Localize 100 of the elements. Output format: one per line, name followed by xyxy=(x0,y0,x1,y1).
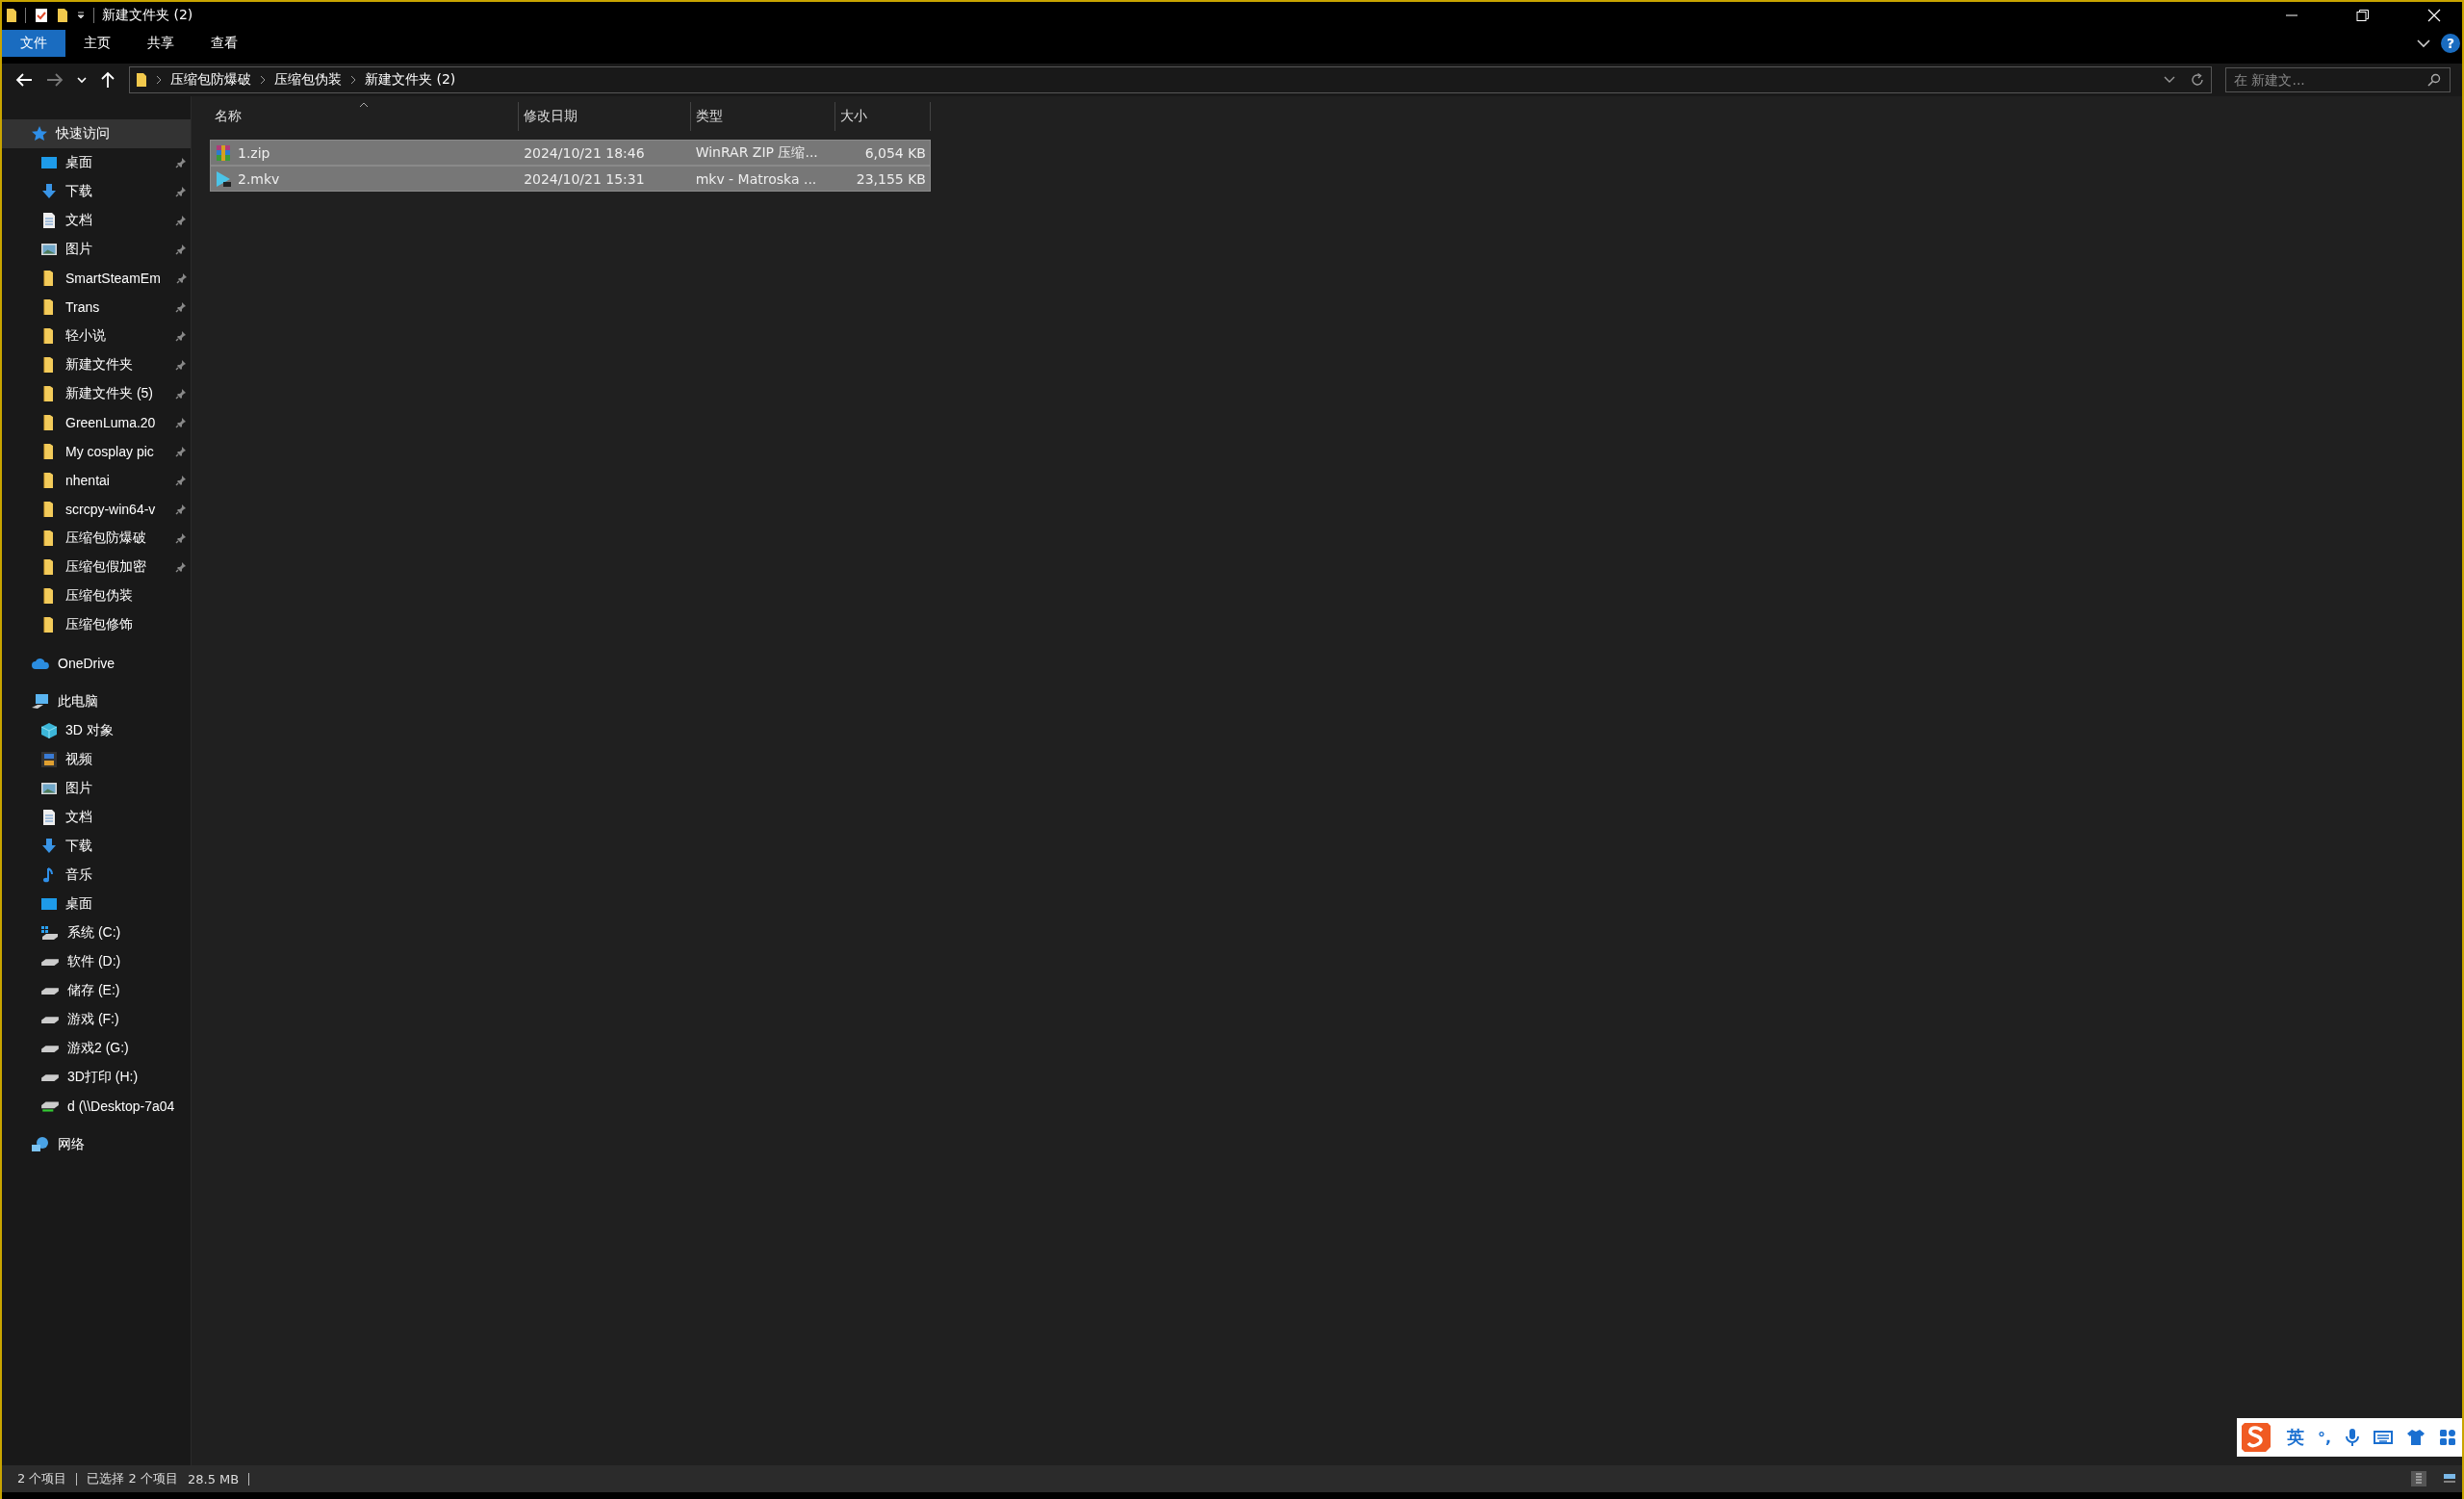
sidebar-label: 网络 xyxy=(58,1136,85,1153)
details-view-icon[interactable] xyxy=(2410,1470,2427,1487)
close-icon[interactable] xyxy=(2427,9,2441,22)
sidebar-item[interactable]: nhentai xyxy=(2,466,191,495)
sidebar-item[interactable]: 压缩包防爆破 xyxy=(2,524,191,553)
search-icon[interactable] xyxy=(2427,73,2441,87)
pin-icon[interactable] xyxy=(175,417,187,428)
sidebar-label: 视频 xyxy=(65,751,92,768)
sidebar-item[interactable]: 文档 xyxy=(2,803,191,832)
cube-icon xyxy=(40,722,58,739)
keyboard-icon[interactable] xyxy=(2374,1430,2393,1445)
ribbon-tab[interactable]: 查看 xyxy=(192,30,256,57)
sidebar-item[interactable]: 储存 (E:) xyxy=(2,976,191,1005)
sidebar-item[interactable]: 软件 (D:) xyxy=(2,947,191,976)
ribbon-tab[interactable]: 主页 xyxy=(65,30,129,57)
sidebar-item[interactable]: 快速访问 xyxy=(2,119,191,148)
cloud-icon xyxy=(31,657,50,670)
chevron-down-icon[interactable] xyxy=(2416,39,2431,48)
sidebar-item[interactable]: 3D 对象 xyxy=(2,716,191,745)
document-icon xyxy=(40,809,58,826)
file-row[interactable]: 1.zip 2024/10/21 18:46 WinRAR ZIP 压缩... 6,054 KB xyxy=(210,140,931,166)
sidebar-item[interactable]: 游戏2 (G:) xyxy=(2,1034,191,1063)
sidebar-item[interactable]: 下载 xyxy=(2,832,191,861)
drive-icon xyxy=(40,1073,60,1082)
sidebar-item[interactable]: 桌面 xyxy=(2,890,191,918)
back-arrow-icon[interactable] xyxy=(15,72,33,88)
sidebar-item[interactable]: 图片 xyxy=(2,235,191,264)
pin-icon[interactable] xyxy=(175,244,187,255)
sidebar-item[interactable]: 音乐 xyxy=(2,861,191,890)
sidebar-label: 图片 xyxy=(65,241,92,258)
pin-icon[interactable] xyxy=(175,272,188,284)
sidebar-item[interactable]: 压缩包假加密 xyxy=(2,553,191,582)
ribbon-tab[interactable]: 文件 xyxy=(2,30,65,57)
column-header[interactable]: 类型 xyxy=(691,102,835,131)
sidebar-item[interactable]: 新建文件夹 xyxy=(2,350,191,379)
up-arrow-icon[interactable] xyxy=(100,71,116,89)
pin-icon[interactable] xyxy=(175,561,187,573)
pin-icon[interactable] xyxy=(175,215,187,226)
sidebar-item[interactable]: 此电脑 xyxy=(2,687,191,716)
ribbon-tab[interactable]: 共享 xyxy=(129,30,192,57)
input-mode[interactable]: 英 xyxy=(2286,1426,2304,1449)
sidebar-item[interactable]: 视频 xyxy=(2,745,191,774)
system-drive-icon xyxy=(40,924,60,942)
pin-icon[interactable] xyxy=(175,504,187,515)
sidebar-item[interactable]: My cosplay pic xyxy=(2,437,191,466)
column-header[interactable]: 名称 xyxy=(210,102,519,131)
search-field[interactable]: 在 新建文... xyxy=(2225,67,2451,92)
breadcrumb[interactable]: 新建文件夹 (2) xyxy=(365,71,456,89)
new-folder-icon[interactable] xyxy=(57,8,68,23)
folder-icon xyxy=(6,8,17,23)
file-row[interactable]: 2.mkv 2024/10/21 15:31 mkv - Matroska ... 23,155 KB xyxy=(210,166,931,192)
sidebar-item[interactable]: 下载 xyxy=(2,177,191,206)
breadcrumb[interactable]: 压缩包伪装 xyxy=(274,71,342,89)
sidebar-item[interactable]: 游戏 (F:) xyxy=(2,1005,191,1034)
chevron-down-icon[interactable] xyxy=(2163,75,2176,85)
sidebar-item[interactable]: 图片 xyxy=(2,774,191,803)
microphone-icon[interactable] xyxy=(2345,1428,2360,1447)
grid-icon[interactable] xyxy=(2439,1429,2456,1446)
sidebar-item[interactable]: 压缩包伪装 xyxy=(2,582,191,610)
pin-icon[interactable] xyxy=(175,446,187,457)
properties-icon[interactable] xyxy=(34,8,49,23)
pin-icon[interactable] xyxy=(175,388,187,400)
shirt-icon[interactable] xyxy=(2406,1429,2426,1446)
pin-icon[interactable] xyxy=(175,301,187,313)
sidebar-item[interactable]: d (\\Desktop-7a04 xyxy=(2,1092,191,1121)
address-bar[interactable]: 压缩包防爆破 压缩包伪装 新建文件夹 (2) xyxy=(129,66,2212,93)
sidebar-item[interactable]: 3D打印 (H:) xyxy=(2,1063,191,1092)
sidebar-item[interactable]: 桌面 xyxy=(2,148,191,177)
sidebar-item[interactable]: 新建文件夹 (5) xyxy=(2,379,191,408)
column-header[interactable]: 修改日期 xyxy=(519,102,691,131)
pin-icon[interactable] xyxy=(175,186,187,197)
sidebar-item[interactable]: 压缩包修饰 xyxy=(2,610,191,639)
restore-icon[interactable] xyxy=(2356,9,2370,22)
pin-icon[interactable] xyxy=(175,475,187,486)
pin-icon[interactable] xyxy=(175,157,187,168)
chevron-right-icon[interactable] xyxy=(259,75,267,85)
pin-icon[interactable] xyxy=(175,532,187,544)
column-header[interactable]: 大小 xyxy=(835,102,931,131)
file-size: 23,155 KB xyxy=(856,170,926,187)
sidebar-item[interactable]: Trans xyxy=(2,293,191,322)
help-button[interactable]: ? xyxy=(2441,34,2460,53)
sidebar-item[interactable]: 文档 xyxy=(2,206,191,235)
sidebar-label: 游戏 (F:) xyxy=(67,1011,119,1028)
sidebar-item[interactable]: OneDrive xyxy=(2,649,191,678)
sidebar-item[interactable]: 系统 (C:) xyxy=(2,918,191,947)
customize-caret-icon[interactable] xyxy=(76,11,86,20)
picture-icon xyxy=(40,241,58,258)
pin-icon[interactable] xyxy=(175,359,187,371)
punctuation-mode[interactable]: °, xyxy=(2317,1428,2331,1447)
sidebar-item[interactable]: scrcpy-win64-v xyxy=(2,495,191,524)
chevron-right-icon[interactable] xyxy=(155,75,163,85)
breadcrumb[interactable]: 压缩包防爆破 xyxy=(170,71,251,89)
sidebar-item[interactable]: GreenLuma.20 xyxy=(2,408,191,437)
sidebar-item[interactable]: 网络 xyxy=(2,1130,191,1159)
sidebar-label: 储存 (E:) xyxy=(67,982,120,999)
chevron-right-icon[interactable] xyxy=(349,75,357,85)
sidebar-item[interactable]: 轻小说 xyxy=(2,322,191,350)
refresh-icon[interactable] xyxy=(2190,72,2205,88)
pin-icon[interactable] xyxy=(175,330,187,342)
sidebar-item[interactable]: SmartSteamEm xyxy=(2,264,191,293)
